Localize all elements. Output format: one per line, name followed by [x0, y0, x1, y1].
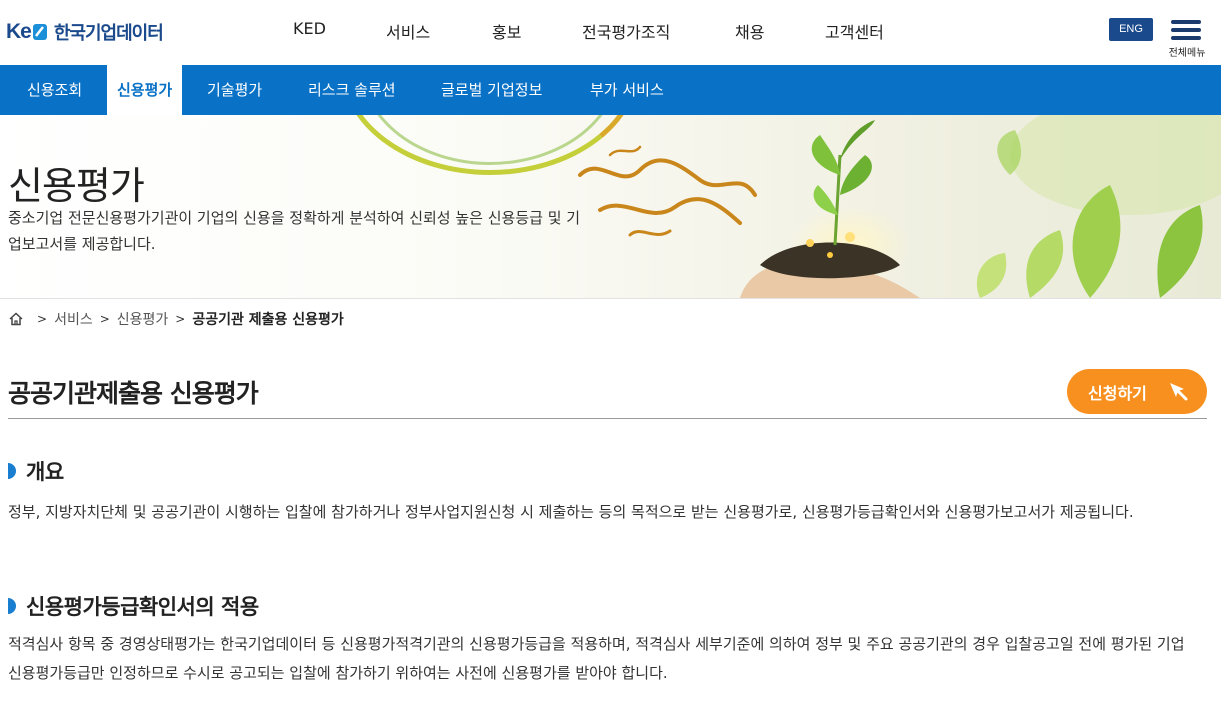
page-title: 공공기관제출용 신용평가	[8, 379, 259, 408]
cursor-arrow-icon	[1170, 383, 1188, 401]
banner-title: 신용평가	[8, 164, 145, 208]
section-heading-overview: 개요	[8, 456, 64, 486]
subnav-item-global-info[interactable]: 글로벌 기업정보	[441, 65, 542, 115]
gnb-item-ked[interactable]: KED	[293, 19, 326, 38]
breadcrumb-current: 공공기관 제출용 신용평가	[192, 312, 344, 328]
section-text-overview: 정부, 지방자치단체 및 공공기관이 시행하는 입찰에 참가하거나 정부사업지원…	[8, 503, 1134, 521]
gnb-item-regional-org[interactable]: 전국평가조직	[582, 19, 670, 43]
apply-button[interactable]: 신청하기	[1067, 369, 1207, 414]
ked-logo[interactable]: Ke 한국기업데이터	[6, 17, 164, 47]
section-text-certificate-application: 적격심사 항목 중 경영상태평가는 한국기업데이터 등 신용평가적격기관의 신용…	[8, 635, 1185, 682]
gnb-item-pr[interactable]: 홍보	[492, 19, 521, 43]
section-heading-certificate-application: 신용평가등급확인서의 적용	[8, 591, 259, 621]
chevron-right-icon: >	[99, 312, 110, 326]
chevron-right-icon: >	[175, 312, 186, 326]
subnav-item-credit-inquiry[interactable]: 신용조회	[27, 65, 82, 115]
logo-text: 한국기업데이터	[53, 23, 164, 44]
subnav-item-additional-service[interactable]: 부가 서비스	[590, 65, 664, 115]
gnb-item-service[interactable]: 서비스	[386, 19, 430, 43]
eng-button[interactable]: ENG	[1109, 18, 1153, 41]
home-icon[interactable]	[8, 311, 24, 327]
gnb-item-customer-center[interactable]: 고객센터	[825, 19, 884, 43]
gnb-item-recruit[interactable]: 채용	[735, 19, 764, 43]
subnav-item-risk-solution[interactable]: 리스크 솔루션	[308, 65, 396, 115]
all-menu-button[interactable]: 전체메뉴	[1166, 18, 1208, 60]
plant-in-hands-illustration	[740, 115, 1221, 298]
half-circle-bullet-icon	[8, 598, 16, 614]
logo-mark: Ke	[6, 20, 48, 44]
subnav-item-tech-rating[interactable]: 기술평가	[207, 65, 262, 115]
sub-nav: 신용조회 신용평가 기술평가 리스크 솔루션 글로벌 기업정보 부가 서비스	[0, 65, 1221, 115]
hero-banner: 신용평가 중소기업 전문신용평가기관이 기업의 신용을 정확하게 분석하여 신뢰…	[0, 115, 1221, 298]
chevron-right-icon: >	[37, 312, 48, 326]
breadcrumb-item-credit-rating[interactable]: 신용평가	[117, 309, 169, 329]
breadcrumb: > 서비스 > 신용평가 > 공공기관 제출용 신용평가	[8, 309, 344, 329]
half-circle-bullet-icon	[8, 463, 16, 479]
top-header: Ke 한국기업데이터 KED 서비스 홍보 전국평가조직 채용 고객센터 ENG…	[0, 0, 1221, 65]
breadcrumb-item-service[interactable]: 서비스	[54, 309, 93, 329]
apply-button-label: 신청하기	[1088, 383, 1147, 403]
banner-description: 중소기업 전문신용평가기관이 기업의 신용을 정확하게 분석하여 신뢰성 높은 …	[8, 209, 581, 253]
subnav-item-credit-rating[interactable]: 신용평가	[107, 65, 183, 115]
all-menu-label: 전체메뉴	[1168, 48, 1206, 59]
logo-swoosh-icon	[32, 24, 47, 40]
